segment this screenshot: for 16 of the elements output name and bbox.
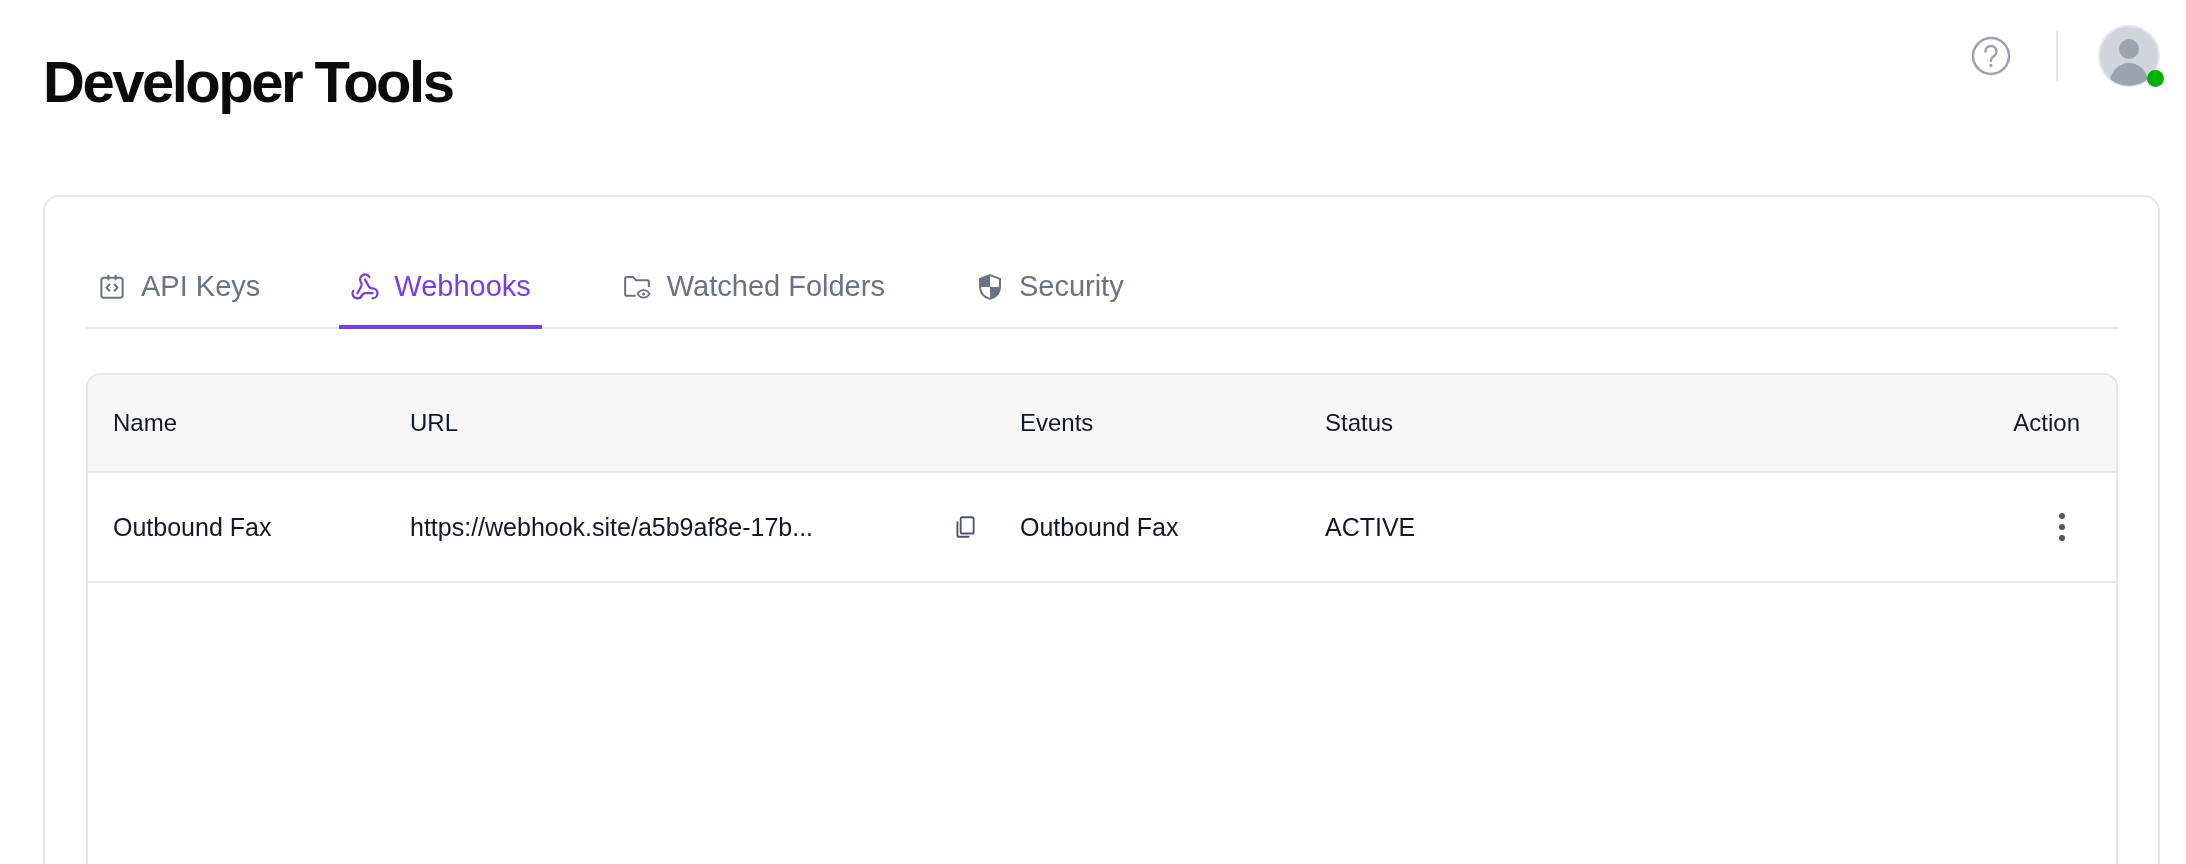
url-text: https://webhook.site/a5b9af8e-17b... <box>410 512 814 542</box>
tab[interactable]: API Keys <box>86 260 272 329</box>
page-title: Developer Tools <box>43 48 453 115</box>
column-header: Events <box>1020 409 1095 437</box>
webhook-icon <box>350 271 381 302</box>
table-cell-text: Outbound Fax <box>113 512 273 542</box>
more-options-icon[interactable] <box>2058 512 2066 542</box>
column-header: Name <box>113 409 179 437</box>
tab[interactable]: Watched Folders <box>609 260 896 329</box>
column-header: Action <box>2012 409 2080 437</box>
tab[interactable]: Security <box>963 260 1135 329</box>
status-text: ACTIVE <box>1325 512 1417 542</box>
column-header: URL <box>410 409 459 437</box>
column-header: Status <box>1325 409 1395 437</box>
tab[interactable]: Webhooks <box>339 260 542 329</box>
table-cell-text: Outbound Fax <box>1020 512 1180 542</box>
